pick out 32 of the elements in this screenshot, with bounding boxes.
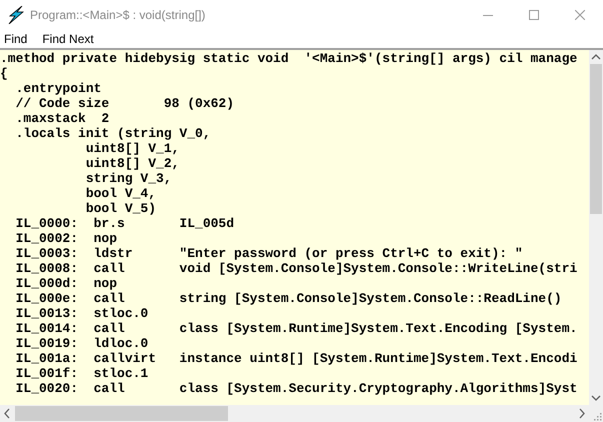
code-line: IL_0019: ldloc.0 bbox=[14, 336, 148, 351]
code-line: IL_0014: call class [System.Runtime]System.Text.Encoding [System. bbox=[14, 321, 578, 336]
code-line: uint8[] V_2, bbox=[84, 156, 180, 171]
close-icon bbox=[575, 10, 585, 20]
code-line: .entrypoint bbox=[14, 81, 102, 96]
code-line: bool V_4, bbox=[84, 186, 156, 201]
code-line: IL_0013: stloc.0 bbox=[14, 306, 148, 321]
code-line: { bbox=[0, 66, 8, 81]
code-line: IL_000d: nop bbox=[14, 276, 118, 291]
code-line: // Code size 98 (0x62) bbox=[14, 96, 234, 111]
code-line: uint8[] V_1, bbox=[84, 141, 180, 156]
scrollbar-thumb[interactable] bbox=[590, 64, 602, 214]
code-line: IL_001f: stloc.1 bbox=[14, 366, 148, 381]
vertical-scrollbar[interactable] bbox=[589, 50, 603, 405]
maximize-icon bbox=[529, 10, 539, 20]
code-line: string V_3, bbox=[84, 171, 172, 186]
code-line: .locals init (string V_0, bbox=[14, 126, 211, 141]
code-line: bool V_5) bbox=[84, 201, 156, 216]
code-line: .method private hidebysig static void '<Main>$'(string[] args) cil manage bbox=[0, 51, 578, 66]
menu-item[interactable]: Find Next bbox=[39, 32, 97, 44]
scrollbar-thumb[interactable] bbox=[15, 406, 228, 421]
code-line: IL_0000: br.s IL_005d bbox=[14, 216, 234, 231]
app-logo-icon bbox=[8, 6, 24, 24]
code-line: IL_001a: callvirt instance uint8[] [System.Runtime]System.Text.Encodi bbox=[14, 351, 578, 366]
code-line: IL_0008: call void [System.Console]System.Console::WriteLine(stri bbox=[14, 261, 578, 276]
code-line: IL_0003: ldstr "Enter password (or press Ctrl+C to exit): " bbox=[14, 246, 523, 261]
code-line: IL_0002: nop bbox=[14, 231, 118, 246]
code-line: IL_0020: call class [System.Security.Cryptography.Algorithms]Syst bbox=[14, 381, 578, 396]
code-line: .maxstack 2 bbox=[14, 111, 110, 126]
window-title: Program::<Main>$ : void(string[]) bbox=[30, 7, 206, 24]
code-line: IL_000e: call string [System.Console]System.Console::ReadLine() bbox=[14, 291, 562, 306]
menu-item[interactable]: Find bbox=[1, 32, 30, 44]
